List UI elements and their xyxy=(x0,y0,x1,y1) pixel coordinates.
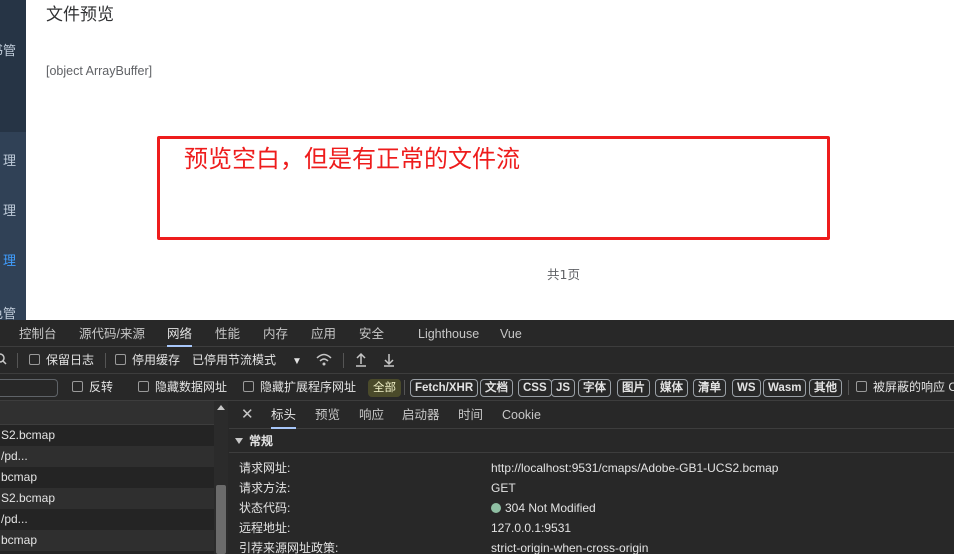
request-list-header xyxy=(0,401,214,425)
general-section-header[interactable]: 常规 xyxy=(229,429,954,453)
tab-initiator[interactable]: 启动器 xyxy=(402,401,440,429)
filter-wasm[interactable]: Wasm xyxy=(763,379,807,397)
request-row[interactable]: bcmap xyxy=(0,467,214,488)
request-method-key: 请求方法: xyxy=(239,481,291,495)
filter-font[interactable]: 字体 xyxy=(578,379,611,397)
tab-console[interactable]: 控制台 xyxy=(19,320,57,347)
download-icon[interactable] xyxy=(382,347,396,373)
filter-toolbar: 反转 隐藏数据网址 隐藏扩展程序网址 全部 Fetch/XHR 文档 CSS J… xyxy=(0,374,954,401)
disable-cache-label: 停用缓存 xyxy=(132,353,181,367)
tab-cookie[interactable]: Cookie xyxy=(502,401,541,429)
referrer-policy-key: 引荐来源网址政策: xyxy=(239,541,339,554)
request-list: S2.bcmap /pd... bcmap S2.bcmap /pd... bc… xyxy=(0,401,228,554)
detail-tabbar: ✕ 标头 预览 响应 启动器 时间 Cookie xyxy=(229,401,954,429)
blocked-responses-label: 被屏蔽的响应 C xyxy=(873,380,954,394)
scroll-thumb[interactable] xyxy=(216,485,226,554)
request-row[interactable]: bcmap xyxy=(0,530,214,551)
annotation-text: 预览空白，但是有正常的文件流 xyxy=(184,145,520,173)
invert-label: 反转 xyxy=(89,380,114,394)
app-sidebar: 书管 理 理 理 色管 xyxy=(0,0,26,320)
disable-cache-checkbox[interactable]: 停用缓存 xyxy=(115,347,180,373)
tab-lighthouse[interactable]: Lighthouse xyxy=(418,320,479,347)
object-output-text: [object ArrayBuffer] xyxy=(46,64,153,78)
tab-vue[interactable]: Vue xyxy=(500,320,522,347)
upload-icon[interactable] xyxy=(354,347,368,373)
general-section-title: 常规 xyxy=(249,434,274,448)
filter-fetch-xhr[interactable]: Fetch/XHR xyxy=(410,379,479,397)
tab-memory[interactable]: 内存 xyxy=(263,320,288,347)
filter-media[interactable]: 媒体 xyxy=(655,379,688,397)
throttle-select[interactable]: 已停用节流模式 ▼ xyxy=(192,347,302,373)
filter-css[interactable]: CSS xyxy=(518,379,552,397)
tab-network[interactable]: 网络 xyxy=(167,320,193,347)
tab-application[interactable]: 应用 xyxy=(311,320,336,347)
filter-ws[interactable]: WS xyxy=(732,379,761,397)
request-list-scrollbar[interactable] xyxy=(214,401,228,554)
filter-img[interactable]: 图片 xyxy=(617,379,650,397)
remote-address-value: 127.0.0.1:9531 xyxy=(491,521,572,535)
invert-checkbox[interactable]: 反转 xyxy=(72,374,113,400)
blocked-responses-checkbox[interactable]: 被屏蔽的响应 C xyxy=(856,374,954,400)
devtools-tabbar: 控制台 源代码/来源 网络 性能 内存 应用 安全 Lighthouse Vue xyxy=(0,320,954,347)
hide-data-urls-checkbox[interactable]: 隐藏数据网址 xyxy=(138,374,227,400)
close-icon[interactable]: ✕ xyxy=(241,405,254,423)
sidebar-item-1[interactable]: 理 xyxy=(3,150,16,169)
tab-response[interactable]: 响应 xyxy=(359,401,384,429)
filter-all[interactable]: 全部 xyxy=(368,379,401,397)
request-detail: ✕ 标头 预览 响应 启动器 时间 Cookie 常规 请求网址: http:/… xyxy=(229,401,954,554)
preserve-log-label: 保留日志 xyxy=(46,353,95,367)
chevron-down-icon: ▼ xyxy=(292,356,302,367)
hide-ext-urls-label: 隐藏扩展程序网址 xyxy=(260,380,357,394)
page-count: 共1页 xyxy=(547,267,580,282)
sidebar-item-2[interactable]: 理 xyxy=(3,200,16,219)
network-toolbar: 保留日志 停用缓存 已停用节流模式 ▼ xyxy=(0,347,954,374)
status-code-text: 304 Not Modified xyxy=(505,501,596,515)
sidebar-item-3[interactable]: 理 xyxy=(3,250,16,269)
request-row[interactable]: S2.bcmap xyxy=(0,425,214,446)
request-row[interactable]: /pd... xyxy=(0,509,214,530)
tab-sources[interactable]: 源代码/来源 xyxy=(79,320,145,347)
request-method-value: GET xyxy=(491,481,516,495)
wifi-icon[interactable] xyxy=(315,347,333,373)
throttle-label: 已停用节流模式 xyxy=(192,353,277,367)
expand-triangle-icon xyxy=(235,438,243,444)
status-code-value: 304 Not Modified xyxy=(491,498,596,518)
filter-other[interactable]: 其他 xyxy=(809,379,842,397)
tab-security[interactable]: 安全 xyxy=(359,320,384,347)
tab-preview[interactable]: 预览 xyxy=(315,401,340,429)
filter-manifest[interactable]: 清单 xyxy=(693,379,726,397)
preserve-log-checkbox[interactable]: 保留日志 xyxy=(29,347,94,373)
hide-ext-urls-checkbox[interactable]: 隐藏扩展程序网址 xyxy=(243,374,356,400)
sidebar-item-4[interactable]: 色管 xyxy=(0,303,16,320)
search-icon[interactable] xyxy=(0,347,8,373)
preview-content: 文件预览 [object ArrayBuffer] 预览空白，但是有正常的文件流… xyxy=(26,0,954,320)
devtools-panel: 控制台 源代码/来源 网络 性能 内存 应用 安全 Lighthouse Vue… xyxy=(0,320,954,554)
sidebar-item-0[interactable]: 书管 xyxy=(0,40,16,59)
request-row[interactable]: /pd... xyxy=(0,446,214,467)
referrer-policy-value: strict-origin-when-cross-origin xyxy=(491,541,649,554)
tab-timing[interactable]: 时间 xyxy=(458,401,483,429)
tab-performance[interactable]: 性能 xyxy=(215,320,240,347)
filter-input[interactable] xyxy=(0,379,58,397)
remote-address-key: 远程地址: xyxy=(239,521,291,535)
hide-data-urls-label: 隐藏数据网址 xyxy=(155,380,228,394)
scroll-up-icon[interactable] xyxy=(217,405,225,410)
page-title: 文件预览 xyxy=(46,5,114,25)
request-url-value: http://localhost:9531/cmaps/Adobe-GB1-UC… xyxy=(491,461,779,475)
tab-headers[interactable]: 标头 xyxy=(271,401,297,429)
filter-js[interactable]: JS xyxy=(551,379,576,397)
request-url-key: 请求网址: xyxy=(239,461,291,475)
status-code-key: 状态代码: xyxy=(239,501,291,515)
filter-doc[interactable]: 文档 xyxy=(480,379,513,397)
status-dot-icon xyxy=(491,503,501,513)
request-row[interactable]: S2.bcmap xyxy=(0,488,214,509)
sidebar-top-block xyxy=(0,0,26,132)
